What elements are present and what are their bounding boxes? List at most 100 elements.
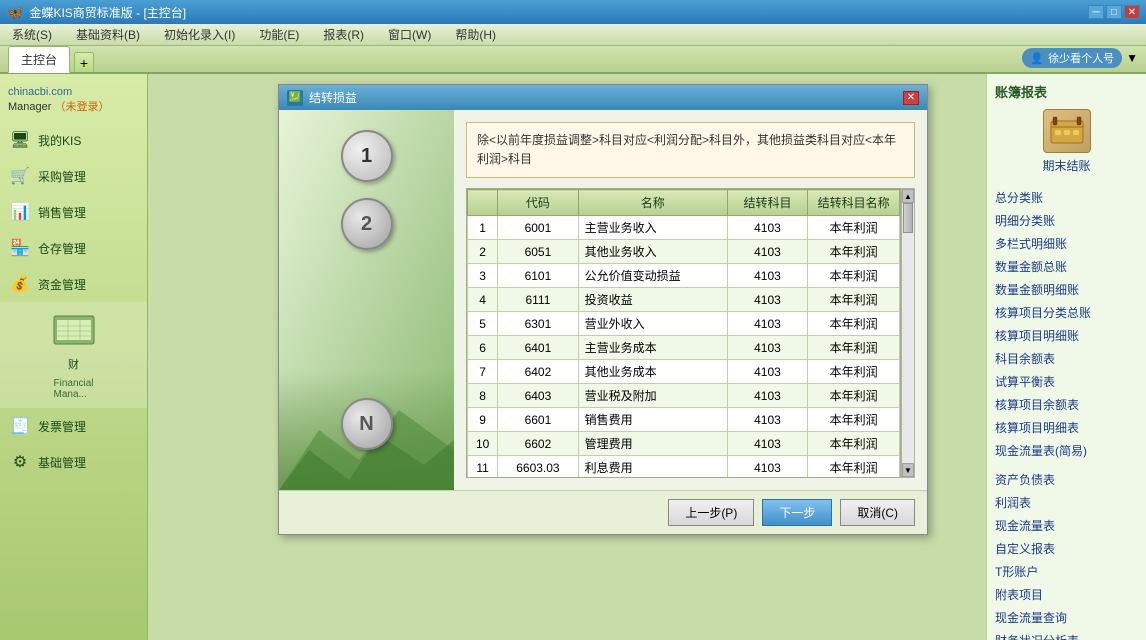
table-row[interactable]: 76402其他业务成本4103本年利润	[468, 360, 900, 384]
dialog-title-left: 💹 结转损益	[287, 89, 357, 106]
menu-calc-category-ledger[interactable]: 核算项目分类总账	[995, 301, 1138, 324]
sidebar-item-basic[interactable]: ⚙ 基础管理	[0, 444, 147, 480]
menu-trial-balance[interactable]: 试算平衡表	[995, 370, 1138, 393]
sidebar-label-basic: 基础管理	[38, 454, 86, 471]
menu-custom-report[interactable]: 自定义报表	[995, 537, 1138, 560]
table-row[interactable]: 36101公允价值变动损益4103本年利润	[468, 264, 900, 288]
cell-row-no: 9	[468, 408, 498, 432]
right-panel-title: 账簿报表	[995, 82, 1138, 101]
table-row[interactable]: 96601销售费用4103本年利润	[468, 408, 900, 432]
sidebar-label-invoice: 发票管理	[38, 418, 86, 435]
cell-row-no: 5	[468, 312, 498, 336]
wizard-step-n: N	[341, 398, 393, 450]
tab-add-button[interactable]: +	[74, 52, 94, 72]
cell-target-code: 4103	[727, 240, 807, 264]
maximize-button[interactable]: □	[1106, 5, 1122, 19]
cell-row-no: 8	[468, 384, 498, 408]
col-no	[468, 190, 498, 216]
menu-cashflow[interactable]: 现金流量表	[995, 514, 1138, 537]
tab-dropdown-icon[interactable]: ▼	[1126, 51, 1138, 65]
table-row[interactable]: 16001主营业务收入4103本年利润	[468, 216, 900, 240]
menu-calc-item-balance[interactable]: 核算项目余额表	[995, 393, 1138, 416]
cell-code: 6111	[498, 288, 578, 312]
dialog-title-bar: 💹 结转损益 ✕	[279, 85, 927, 110]
col-target-code: 结转科目	[727, 190, 807, 216]
minimize-button[interactable]: ─	[1088, 5, 1104, 19]
manager-label: Manager （未登录）	[8, 98, 139, 114]
table-scrollbar[interactable]: ▲ ▼	[901, 188, 915, 478]
sidebar-item-warehouse[interactable]: 🏪 仓存管理	[0, 230, 147, 266]
menu-calc-item-detail[interactable]: 核算项目明细账	[995, 324, 1138, 347]
sidebar-item-mykis[interactable]: 🖥 我的KIS	[0, 122, 147, 158]
sidebar-item-finance[interactable]: 💰 资金管理	[0, 266, 147, 302]
menu-qty-amount-ledger[interactable]: 数量金额总账	[995, 255, 1138, 278]
tab-main[interactable]: 主控台	[8, 46, 70, 73]
sidebar-label-warehouse: 仓存管理	[38, 240, 86, 257]
menu-base-data[interactable]: 基础资料(B)	[72, 24, 144, 45]
scroll-up-button[interactable]: ▲	[902, 189, 914, 203]
center-area: 金蝶KIS 商贸标准版 💹 结转损益 ✕ 1 2	[148, 74, 986, 640]
cell-row-no: 4	[468, 288, 498, 312]
cell-target-code: 4103	[727, 432, 807, 456]
cell-target-code: 4103	[727, 264, 807, 288]
sidebar: chinacbi.com Manager （未登录） 🖥 我的KIS 🛒 采购管…	[0, 74, 148, 640]
purchase-icon: 🛒	[8, 164, 32, 188]
sales-icon: 📊	[8, 200, 32, 224]
menu-profit-loss[interactable]: 利润表	[995, 491, 1138, 514]
table-row[interactable]: 46111投资收益4103本年利润	[468, 288, 900, 312]
menu-cashflow-query[interactable]: 现金流量查询	[995, 606, 1138, 629]
table-row[interactable]: 106602管理费用4103本年利润	[468, 432, 900, 456]
prev-button[interactable]: 上一步(P)	[668, 499, 754, 526]
menu-window[interactable]: 窗口(W)	[384, 24, 435, 45]
next-button[interactable]: 下一步	[762, 499, 832, 526]
accounting-sub: FinancialMana...	[53, 378, 93, 400]
cell-code: 6051	[498, 240, 578, 264]
period-end-label[interactable]: 期末结账	[1042, 157, 1090, 174]
menu-bar: 系统(S) 基础资料(B) 初始化录入(I) 功能(E) 报表(R) 窗口(W)…	[0, 24, 1146, 46]
menu-balance-sheet[interactable]: 资产负债表	[995, 468, 1138, 491]
table-row[interactable]: 26051其他业务收入4103本年利润	[468, 240, 900, 264]
menu-function[interactable]: 功能(E)	[255, 24, 303, 45]
sidebar-item-sales[interactable]: 📊 销售管理	[0, 194, 147, 230]
col-code: 代码	[498, 190, 578, 216]
profit-table: 代码 名称 结转科目 结转科目名称 16001主营业务收入4103本年利润260…	[466, 188, 901, 478]
menu-multicolumn-ledger[interactable]: 多栏式明细账	[995, 232, 1138, 255]
dialog-close-button[interactable]: ✕	[903, 91, 919, 105]
cell-name: 营业税及附加	[578, 384, 727, 408]
cell-code: 6402	[498, 360, 578, 384]
menu-cashflow-simple[interactable]: 现金流量表(简易)	[995, 439, 1138, 462]
table-row[interactable]: 86403营业税及附加4103本年利润	[468, 384, 900, 408]
menu-calc-item-detail2[interactable]: 核算项目明细表	[995, 416, 1138, 439]
sidebar-item-purchase[interactable]: 🛒 采购管理	[0, 158, 147, 194]
menu-subject-balance[interactable]: 科目余额表	[995, 347, 1138, 370]
cell-name: 主营业务成本	[578, 336, 727, 360]
cell-row-no: 7	[468, 360, 498, 384]
accounting-icon	[50, 310, 98, 350]
cell-code: 6401	[498, 336, 578, 360]
user-info: 👤 徐少看个人号	[1022, 48, 1122, 68]
menu-financial-analysis[interactable]: 财务状况分析表	[995, 629, 1138, 640]
scroll-handle[interactable]	[903, 203, 913, 233]
menu-system[interactable]: 系统(S)	[8, 24, 56, 45]
cancel-button[interactable]: 取消(C)	[840, 499, 915, 526]
menu-qty-amount-detail[interactable]: 数量金额明细账	[995, 278, 1138, 301]
menu-sub-items[interactable]: 附表项目	[995, 583, 1138, 606]
menu-general-ledger[interactable]: 总分类账	[995, 186, 1138, 209]
menu-help[interactable]: 帮助(H)	[451, 24, 500, 45]
col-target-name: 结转科目名称	[808, 190, 900, 216]
close-button[interactable]: ✕	[1124, 5, 1140, 19]
period-end-icon[interactable]	[1043, 109, 1091, 153]
dialog-title-text: 结转损益	[309, 89, 357, 106]
sidebar-item-invoice[interactable]: 🧾 发票管理	[0, 408, 147, 444]
cell-code: 6403	[498, 384, 578, 408]
table-row[interactable]: 66401主营业务成本4103本年利润	[468, 336, 900, 360]
scroll-down-button[interactable]: ▼	[902, 463, 914, 477]
menu-report[interactable]: 报表(R)	[319, 24, 368, 45]
table-row[interactable]: 116603.03利息费用4103本年利润	[468, 456, 900, 478]
sidebar-item-accounting[interactable]: 财 FinancialMana...	[0, 302, 147, 408]
cell-code: 6301	[498, 312, 578, 336]
table-row[interactable]: 56301营业外收入4103本年利润	[468, 312, 900, 336]
menu-t-account[interactable]: T形账户	[995, 560, 1138, 583]
menu-init[interactable]: 初始化录入(I)	[160, 24, 239, 45]
menu-detail-ledger[interactable]: 明细分类账	[995, 209, 1138, 232]
